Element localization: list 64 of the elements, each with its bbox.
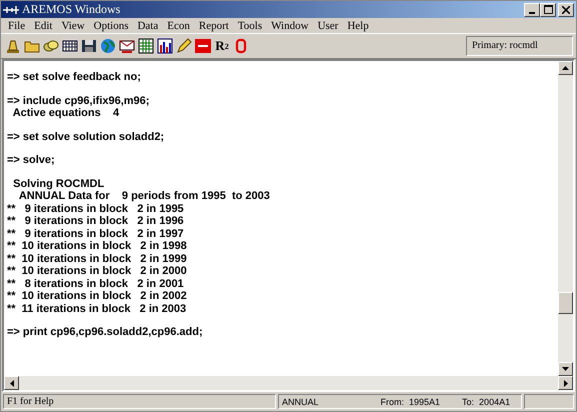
- from-period-text: From: 1995A1: [380, 396, 440, 406]
- menu-item[interactable]: Tools: [234, 20, 268, 32]
- console-line: ** 10 iterations in block 2 in 1999: [7, 252, 187, 265]
- envelope-icon: [119, 38, 135, 54]
- menu-item[interactable]: View: [57, 20, 90, 32]
- console-line: => solve;: [7, 154, 55, 166]
- console-line: ** 10 iterations in block 2 in 2002: [7, 290, 187, 302]
- status-pane: [524, 394, 574, 409]
- scroll-up-button[interactable]: [558, 61, 573, 75]
- menu-item[interactable]: User: [314, 20, 344, 32]
- console-line: => include cp96,ifix96,m96;: [7, 94, 150, 107]
- console-line: ** 9 iterations in block 2 in 1996: [7, 215, 184, 228]
- scroll-down-button[interactable]: [558, 362, 573, 376]
- vertical-scrollbar[interactable]: [558, 61, 573, 376]
- minimize-button[interactable]: [524, 2, 540, 16]
- toolbar-button[interactable]: [175, 36, 193, 56]
- window-title: AREMOS Windows: [22, 2, 122, 17]
- console-line: => set solve feedback no;: [7, 71, 141, 84]
- console-line: ** 9 iterations in block 2 in 1997: [7, 228, 184, 240]
- menu-item[interactable]: Options: [90, 20, 134, 32]
- console-line: Solving ROCMDL: [12, 178, 104, 190]
- frequency-text: ANNUAL: [282, 396, 319, 406]
- down-arrow-icon: [562, 367, 569, 371]
- up-arrow-icon: [562, 66, 569, 70]
- app-icon: [3, 4, 19, 14]
- scroll-thumb[interactable]: [558, 292, 573, 314]
- maximize-icon: [544, 5, 552, 14]
- right-arrow-icon: [564, 380, 568, 386]
- menu-item[interactable]: File: [4, 20, 30, 32]
- toolbar-button[interactable]: [137, 36, 155, 56]
- disks-icon: [43, 38, 59, 54]
- menu-item[interactable]: Econ: [163, 20, 195, 32]
- console-line: ** 8 iterations in block 2 in 2001: [7, 278, 184, 290]
- menu-item[interactable]: Edit: [30, 20, 58, 32]
- status-help-text: F1 for Help: [3, 394, 276, 409]
- horizontal-scrollbar[interactable]: [4, 376, 573, 390]
- menu-item[interactable]: Window: [267, 20, 314, 32]
- console-line: Active equations 4: [12, 107, 120, 120]
- bar-chart-icon: [157, 38, 173, 54]
- close-icon: [562, 6, 570, 14]
- left-arrow-icon: [10, 380, 14, 386]
- scroll-right-button[interactable]: [558, 376, 573, 390]
- console-line: => set solve solution soladd2;: [7, 130, 164, 143]
- globe-icon: [100, 38, 116, 54]
- to-period-text: To: 2004A1: [462, 396, 510, 406]
- console-line: ** 10 iterations in block 2 in 1998: [7, 240, 187, 252]
- console-line: ** 11 iterations in block 2 in 2003: [7, 302, 186, 315]
- menu-item[interactable]: Data: [133, 20, 164, 32]
- console-line: => print cp96,cp96.soladd2,cp96.add;: [7, 326, 203, 338]
- scroll-left-button[interactable]: [4, 376, 19, 390]
- console-line: ** 9 iterations in block 2 in 1995: [7, 202, 184, 215]
- menu-item[interactable]: Help: [343, 20, 374, 32]
- keyboard-icon: [62, 38, 78, 54]
- primary-model-label: Primary: rocmdl: [466, 36, 573, 56]
- console-line: ** 10 iterations in block 2 in 2000: [7, 265, 187, 278]
- table-grid-icon: [138, 38, 154, 54]
- console-line: ANNUAL Data for 9 periods from 1995 to 2003: [18, 190, 270, 202]
- toolbar-button[interactable]: [156, 36, 174, 56]
- maximize-button[interactable]: [540, 2, 556, 16]
- minimize-icon: [529, 12, 535, 14]
- pencil-icon: [176, 38, 192, 54]
- filled-square-icon: [195, 38, 211, 54]
- menu-item[interactable]: Report: [194, 20, 234, 32]
- close-button[interactable]: [558, 2, 574, 16]
